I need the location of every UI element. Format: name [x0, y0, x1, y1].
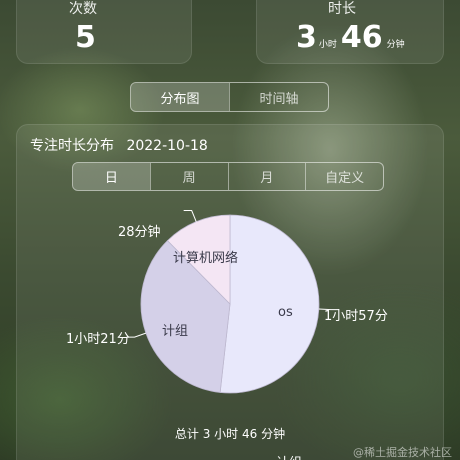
bottom-partial-text: 计组	[276, 452, 302, 460]
pie-chart	[126, 210, 339, 394]
slice-value-os: 1小时57分	[324, 309, 388, 324]
slice-label-os: os	[278, 305, 293, 320]
slice-label-computer-networks: 计算机网络	[173, 251, 239, 266]
watermark: @稀土掘金技术社区	[353, 446, 452, 459]
leader-line-computer-networks	[183, 210, 197, 222]
slice-value-computer-organization: 1小时21分	[66, 332, 130, 347]
slice-value-computer-networks: 28分钟	[118, 225, 161, 240]
slice-label-computer-organization: 计组	[162, 324, 189, 339]
pie-slice-os	[219, 214, 320, 394]
total-duration: 总计 3 小时 46 分钟	[174, 427, 286, 441]
